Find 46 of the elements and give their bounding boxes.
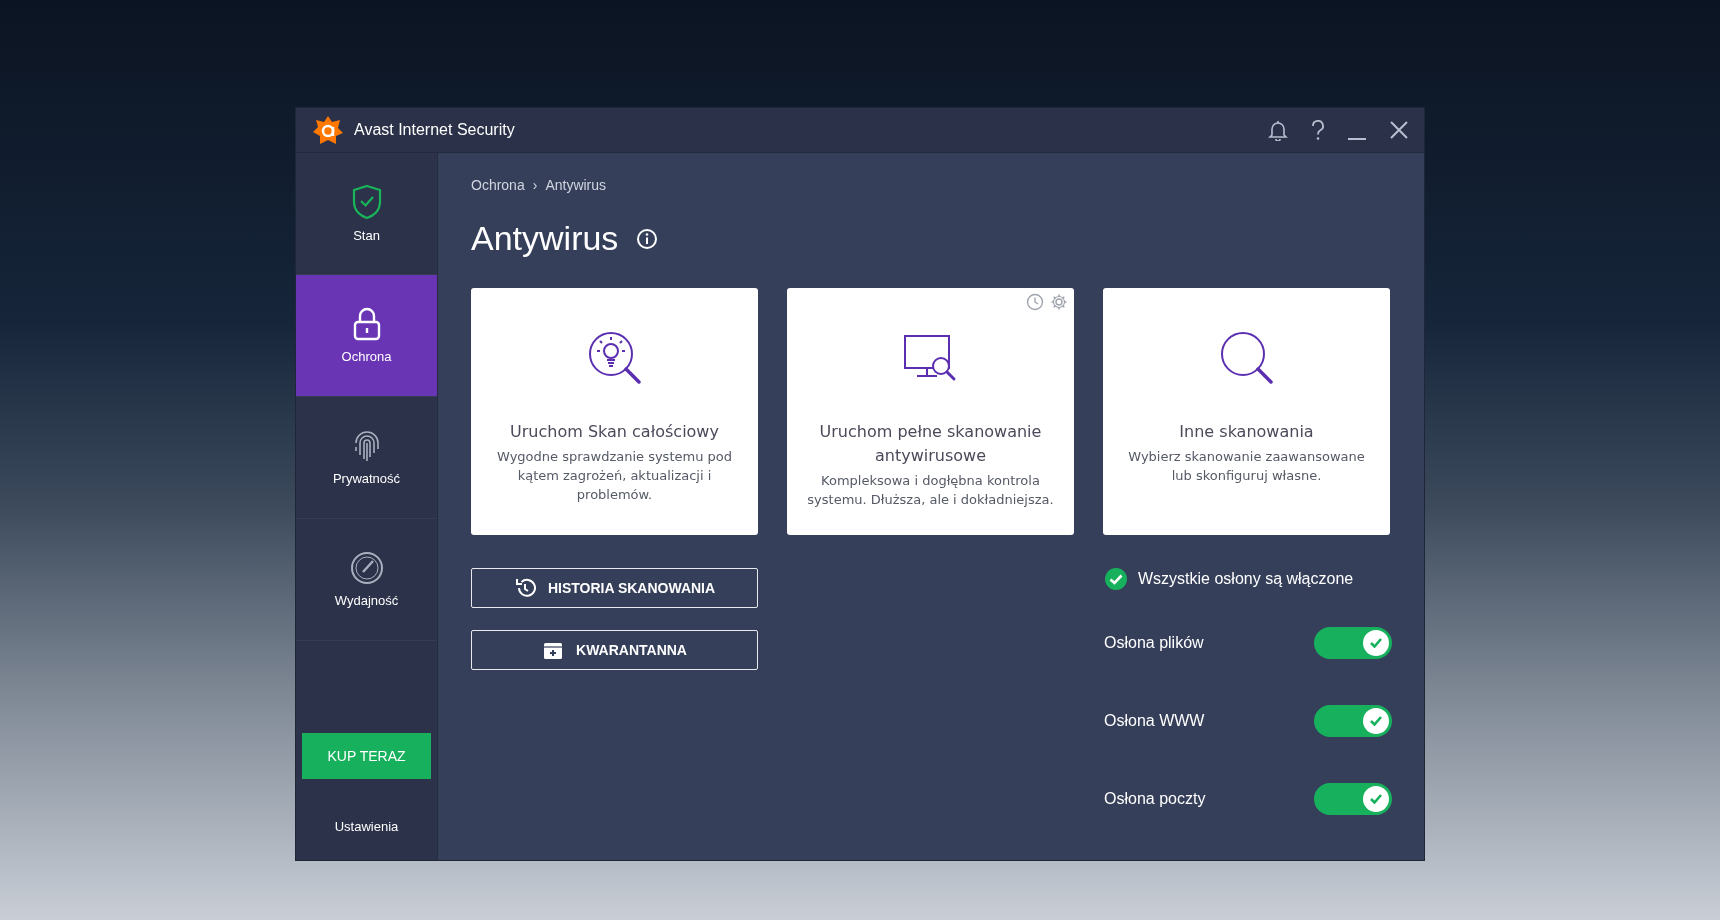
nav-item[interactable]: Wydajność [296,519,437,641]
check-icon [1370,638,1382,648]
page-heading: Antywirus [471,219,619,258]
shield-label: Osłona plików [1104,634,1204,652]
nav-item[interactable]: Prywatność [296,397,437,519]
status-text: Wszystkie osłony są włączone [1138,570,1354,588]
close-icon [1388,119,1410,141]
clock-icon [1026,293,1044,311]
scan-card[interactable]: Inne skanowania Wybierz skanowanie zaawansowane lub skonfiguruj własne. [1103,288,1390,535]
shield-icon [351,184,382,220]
action-button[interactable]: KWARANTANNA [471,630,758,670]
action-button[interactable]: HISTORIA SKANOWANIA [471,568,758,608]
gear-icon [1050,293,1068,311]
card-description: Wybierz skanowanie zaawansowane lub skonfiguruj własne. [1127,448,1366,485]
close-button[interactable] [1388,119,1410,141]
card-title: Uruchom Skan całościowy [510,421,719,443]
help-icon [1310,119,1326,141]
history-icon [513,577,536,599]
nav-item[interactable]: Ochrona [296,275,437,397]
breadcrumb-link[interactable]: Ochrona [471,177,525,193]
breadcrumb-separator: › [532,177,538,193]
notifications-button[interactable] [1268,119,1288,141]
card-description: Kompleksowa i dogłębna kontrola systemu. Dłuższa, ale i dokładniejsza. [806,472,1055,509]
check-icon [1370,716,1382,726]
shield-label: Osłona WWW [1104,712,1205,730]
shield-label: Osłona poczty [1104,790,1206,808]
toggle-switch[interactable] [1314,705,1392,737]
scan-card[interactable]: Uruchom Skan całościowy Wygodne sprawdzanie systemu pod kątem zagrożeń, aktualizacji i problemów. [471,288,758,535]
check-circle-icon [1104,567,1128,591]
breadcrumb-link[interactable]: Antywirus [545,177,607,193]
check-icon [1370,794,1382,804]
logo-icon [312,114,344,146]
window-title: Avast Internet Security [354,121,516,139]
toggle-switch[interactable] [1314,783,1392,815]
settings-link[interactable]: Ustawienia [334,819,399,834]
toggle-switch[interactable] [1314,627,1392,659]
bell-icon [1268,119,1288,141]
help-button[interactable] [1310,119,1326,141]
minimize-icon [1348,138,1366,140]
card-title: Uruchom pełne skanowanie antywirusowe [818,421,1043,467]
card-description: Wygodne sprawdzanie systemu pod kątem zagrożeń, aktualizacji i problemów. [496,448,733,504]
speedometer-icon [349,551,384,585]
info-icon [636,227,659,250]
card-title: Inne skanowania [1179,421,1314,443]
padlock-icon [351,307,382,341]
scan-card[interactable]: Uruchom pełne skanowanie antywirusowe Kompleksowa i dogłębna kontrola systemu. Dłuższa, ale i dokładniejsza. [787,288,1074,535]
